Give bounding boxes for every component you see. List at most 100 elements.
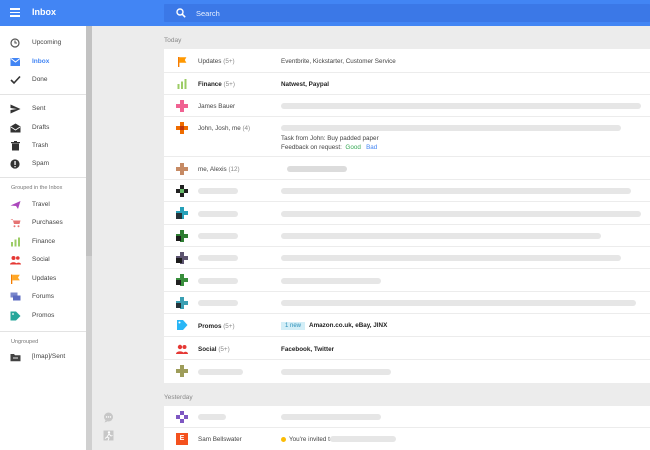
sidebar-item-finance[interactable]: Finance	[0, 234, 86, 250]
avatar	[176, 185, 188, 197]
avatar	[176, 252, 188, 264]
tag-icon	[10, 311, 21, 321]
email-row[interactable]	[164, 202, 650, 225]
email-row-sam[interactable]: E Sam Bellswater You're invited to	[164, 428, 650, 450]
divider	[0, 331, 86, 332]
bundle-row-social[interactable]: Social (5+) Facebook, Twitter	[164, 337, 650, 360]
sidebar-item-social[interactable]: Social	[0, 252, 86, 268]
sidebar-item-label: Trash	[32, 142, 49, 149]
email-row-james[interactable]: James Bauer	[164, 95, 650, 117]
sidebar-item-imap-sent[interactable]: [Imap]/Sent	[0, 349, 86, 365]
avatar	[176, 163, 188, 175]
bundle-row-updates[interactable]: Updates (5+) Eventbrite, Kickstarter, Cu…	[164, 49, 650, 73]
folder-icon	[10, 354, 21, 362]
sidebar-item-travel[interactable]: Travel	[0, 197, 86, 213]
task-line: Task from John: Buy padded paper	[281, 135, 379, 142]
sender-name: John, Josh, me (4)	[198, 125, 251, 132]
ungrouped-section-label: Ungrouped	[11, 339, 39, 345]
sidebar-item-label: Travel	[32, 201, 50, 208]
blurred-sender	[198, 300, 238, 306]
bundle-row-finance[interactable]: Finance (5+) Natwest, Paypal	[164, 73, 650, 95]
blurred-subject	[281, 300, 636, 306]
blurred-subject	[281, 188, 631, 194]
blurred-subject	[281, 233, 601, 239]
avatar	[176, 365, 188, 377]
search-input[interactable]	[196, 6, 496, 20]
event-dot-icon	[281, 436, 286, 442]
sidebar-item-label: Purchases	[32, 219, 63, 226]
sidebar-item-drafts[interactable]: Drafts	[0, 120, 86, 136]
good-link[interactable]: Good	[345, 144, 360, 151]
sender-name: Promos (5+)	[198, 323, 235, 330]
sidebar-item-label: Upcoming	[32, 39, 62, 46]
sidebar-item-inbox[interactable]: Inbox	[0, 54, 86, 70]
blurred-subject	[281, 278, 381, 284]
avatar: E	[176, 433, 188, 445]
email-row[interactable]	[164, 225, 650, 247]
email-row[interactable]	[164, 269, 650, 292]
blurred-subject	[281, 103, 641, 109]
bundle-summary: Eventbrite, Kickstarter, Customer Servic…	[281, 58, 396, 65]
avatar	[176, 100, 188, 112]
blurred-subject	[287, 166, 347, 172]
bundle-summary: Facebook, Twitter	[281, 346, 335, 353]
sidebar-item-label: Promos	[32, 312, 55, 319]
sender-name: Finance (5+)	[198, 81, 235, 88]
search-icon[interactable]	[176, 8, 186, 18]
menu-icon[interactable]	[10, 8, 20, 17]
email-row-john[interactable]: John, Josh, me (4) Task from John: Buy p…	[164, 117, 650, 157]
sidebar-item-trash[interactable]: Trash	[0, 138, 86, 154]
finance-icon	[11, 237, 20, 247]
feedback-line: Feedback on request: Good Bad	[281, 144, 378, 151]
avatar	[176, 122, 188, 134]
sender-name: Sam Bellswater	[198, 436, 242, 443]
person-exit-icon[interactable]	[103, 430, 114, 441]
clock-icon	[10, 38, 20, 48]
plane-icon	[10, 201, 21, 209]
chat-bubble-icon[interactable]	[103, 412, 114, 423]
forums-icon	[10, 292, 21, 301]
sidebar-scrollbar-thumb[interactable]	[86, 26, 92, 256]
people-icon	[10, 256, 21, 265]
inbox-icon	[10, 58, 21, 66]
sender-name: Social (5+)	[198, 346, 230, 353]
finance-icon	[177, 79, 187, 89]
tag-icon	[177, 320, 188, 330]
email-row[interactable]	[164, 180, 650, 202]
sidebar-item-label: Social	[32, 256, 50, 263]
sidebar: Upcoming Inbox Done Sent Drafts Trash Sp…	[0, 26, 86, 450]
blurred-sender	[198, 369, 243, 375]
sidebar-item-promos[interactable]: Promos	[0, 308, 86, 324]
blurred-subject	[281, 369, 391, 375]
yesterday-card: E Sam Bellswater You're invited to	[164, 406, 650, 450]
blurred-sender	[198, 278, 238, 284]
email-row[interactable]	[164, 292, 650, 314]
email-row[interactable]	[164, 406, 650, 428]
sidebar-item-upcoming[interactable]: Upcoming	[0, 35, 86, 51]
new-badge: 1 new	[281, 322, 306, 330]
email-row[interactable]	[164, 360, 650, 383]
email-subject: You're invited to	[281, 436, 333, 443]
bundle-row-promos[interactable]: Promos (5+) 1 new Amazon.co.uk, eBay, JIN…	[164, 314, 650, 337]
avatar	[176, 230, 188, 242]
bad-link[interactable]: Bad	[366, 144, 377, 151]
flag-icon	[178, 57, 187, 67]
sidebar-item-forums[interactable]: Forums	[0, 289, 86, 305]
sidebar-item-sent[interactable]: Sent	[0, 101, 86, 117]
blurred-subject	[330, 436, 396, 442]
search-bar[interactable]	[164, 4, 650, 22]
section-label-today: Today	[164, 37, 182, 44]
blurred-sender	[198, 211, 238, 217]
sidebar-item-spam[interactable]: Spam	[0, 156, 86, 172]
section-label-yesterday: Yesterday	[164, 394, 193, 401]
flag-icon	[11, 274, 20, 284]
sidebar-item-purchases[interactable]: Purchases	[0, 215, 86, 231]
avatar	[176, 411, 188, 423]
sidebar-item-updates[interactable]: Updates	[0, 271, 86, 287]
sender-name: me, Alexis (12)	[198, 166, 240, 173]
bundle-summary: Natwest, Paypal	[281, 81, 329, 88]
blurred-subject	[281, 414, 381, 420]
email-row-alexis[interactable]: me, Alexis (12)	[164, 157, 650, 180]
sidebar-item-done[interactable]: Done	[0, 72, 86, 88]
email-row[interactable]	[164, 247, 650, 269]
